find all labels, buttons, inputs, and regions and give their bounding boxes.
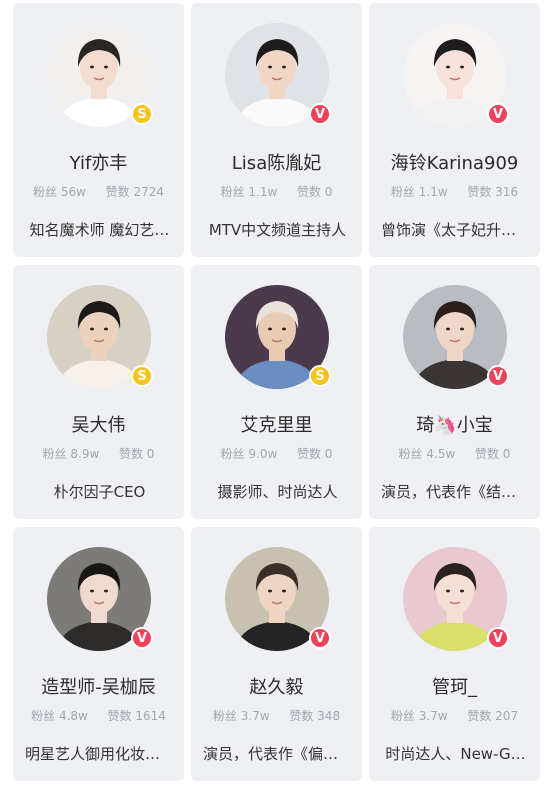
fans-label: 粉丝 [390, 185, 415, 199]
user-bio: 摄影师、时尚达人 [217, 483, 338, 501]
likes-count: 207 [495, 709, 519, 723]
user-card-6[interactable]: V 琦🦄小宝 粉丝 4.5w 赞数 0 演员，代表作《结婚… [369, 265, 540, 519]
likes-label: 赞数 [296, 447, 321, 461]
user-name[interactable]: 造型师-吴枷辰 [13, 673, 184, 699]
user-bio: 曾饰演《太子妃升职… [381, 221, 530, 239]
user-name[interactable]: 赵久毅 [191, 673, 362, 699]
avatar-container[interactable]: V [225, 547, 331, 651]
fans-count: 56w [60, 185, 86, 199]
likes-count: 348 [317, 709, 341, 723]
user-bio: 演员，代表作《偏偏… [203, 745, 352, 763]
user-stats: 粉丝 3.7w 赞数 348 [191, 707, 362, 724]
super-star-badge-icon: S [309, 365, 331, 387]
likes-label: 赞数 [107, 709, 132, 723]
fans-label: 粉丝 [220, 185, 245, 199]
fans-count: 1.1w [248, 185, 278, 199]
fans-label: 粉丝 [31, 709, 56, 723]
verified-badge-icon: V [309, 627, 331, 649]
likes-count: 1614 [135, 709, 166, 723]
likes-count: 0 [324, 447, 333, 461]
user-name[interactable]: 管珂_ [369, 673, 540, 699]
fans-count: 3.7w [240, 709, 270, 723]
user-name[interactable]: Yif亦丰 [13, 149, 184, 175]
user-stats: 粉丝 4.5w 赞数 0 [369, 445, 540, 462]
user-bio: 演员，代表作《结婚… [381, 483, 530, 501]
likes-label: 赞数 [467, 185, 492, 199]
super-star-badge-icon: S [131, 103, 153, 125]
avatar-container[interactable]: V [403, 285, 509, 389]
avatar-container[interactable]: V [403, 23, 509, 127]
likes-label: 赞数 [296, 185, 321, 199]
fans-count: 4.8w [58, 709, 88, 723]
user-bio: 明星艺人御用化妆师… [25, 745, 174, 763]
avatar-container[interactable]: V [47, 547, 153, 651]
avatar-container[interactable]: S [47, 285, 153, 389]
fans-label: 粉丝 [398, 447, 423, 461]
user-card-5[interactable]: S 艾克里里 粉丝 9.0w 赞数 0 摄影师、时尚达人 [191, 265, 362, 519]
user-name[interactable]: 艾克里里 [191, 411, 362, 437]
user-stats: 粉丝 8.9w 赞数 0 [13, 445, 184, 462]
likes-count: 0 [324, 185, 333, 199]
user-card-7[interactable]: V 造型师-吴枷辰 粉丝 4.8w 赞数 1614 明星艺人御用化妆师… [13, 527, 184, 781]
user-stats: 粉丝 9.0w 赞数 0 [191, 445, 362, 462]
fans-count: 8.9w [70, 447, 100, 461]
verified-badge-icon: V [487, 103, 509, 125]
fans-count: 4.5w [426, 447, 456, 461]
fans-count: 1.1w [418, 185, 448, 199]
user-stats: 粉丝 4.8w 赞数 1614 [13, 707, 184, 724]
avatar-container[interactable]: S [225, 285, 331, 389]
fans-count: 3.7w [418, 709, 448, 723]
user-name[interactable]: 吴大伟 [13, 411, 184, 437]
avatar-container[interactable]: V [225, 23, 331, 127]
user-name[interactable]: Lisa陈胤妃 [191, 149, 362, 175]
fans-label: 粉丝 [33, 185, 58, 199]
user-stats: 粉丝 1.1w 赞数 316 [369, 183, 540, 200]
user-stats: 粉丝 1.1w 赞数 0 [191, 183, 362, 200]
user-card-2[interactable]: V Lisa陈胤妃 粉丝 1.1w 赞数 0 MTV中文频道主持人 [191, 3, 362, 257]
fans-label: 粉丝 [42, 447, 67, 461]
avatar-container[interactable]: S [47, 23, 153, 127]
user-card-9[interactable]: V 管珂_ 粉丝 3.7w 赞数 207 时尚达人、New-G… [369, 527, 540, 781]
likes-count: 316 [495, 185, 519, 199]
user-card-1[interactable]: S Yif亦丰 粉丝 56w 赞数 2724 知名魔术师 魔幻艺… [13, 3, 184, 257]
recommended-users-grid: S Yif亦丰 粉丝 56w 赞数 2724 知名魔术师 魔幻艺… V Lisa… [0, 0, 553, 785]
likes-label: 赞数 [474, 447, 499, 461]
fans-label: 粉丝 [212, 709, 237, 723]
user-name[interactable]: 海铃Karina909 [369, 149, 540, 175]
user-stats: 粉丝 3.7w 赞数 207 [369, 707, 540, 724]
likes-count: 2724 [133, 185, 164, 199]
likes-label: 赞数 [105, 185, 130, 199]
fans-count: 9.0w [248, 447, 278, 461]
super-star-badge-icon: S [131, 365, 153, 387]
verified-badge-icon: V [487, 627, 509, 649]
likes-count: 0 [502, 447, 511, 461]
likes-label: 赞数 [118, 447, 143, 461]
likes-count: 0 [146, 447, 155, 461]
verified-badge-icon: V [131, 627, 153, 649]
user-card-8[interactable]: V 赵久毅 粉丝 3.7w 赞数 348 演员，代表作《偏偏… [191, 527, 362, 781]
fans-label: 粉丝 [220, 447, 245, 461]
fans-label: 粉丝 [390, 709, 415, 723]
user-card-3[interactable]: V 海铃Karina909 粉丝 1.1w 赞数 316 曾饰演《太子妃升职… [369, 3, 540, 257]
likes-label: 赞数 [289, 709, 314, 723]
user-stats: 粉丝 56w 赞数 2724 [13, 183, 184, 200]
user-name[interactable]: 琦🦄小宝 [369, 411, 540, 437]
user-bio: 知名魔术师 魔幻艺… [29, 221, 170, 239]
likes-label: 赞数 [467, 709, 492, 723]
user-card-4[interactable]: S 吴大伟 粉丝 8.9w 赞数 0 朴尔因子CEO [13, 265, 184, 519]
user-bio: 朴尔因子CEO [53, 483, 146, 501]
avatar-container[interactable]: V [403, 547, 509, 651]
verified-badge-icon: V [309, 103, 331, 125]
user-bio: 时尚达人、New-G… [385, 745, 526, 763]
verified-badge-icon: V [487, 365, 509, 387]
user-bio: MTV中文频道主持人 [208, 221, 347, 239]
